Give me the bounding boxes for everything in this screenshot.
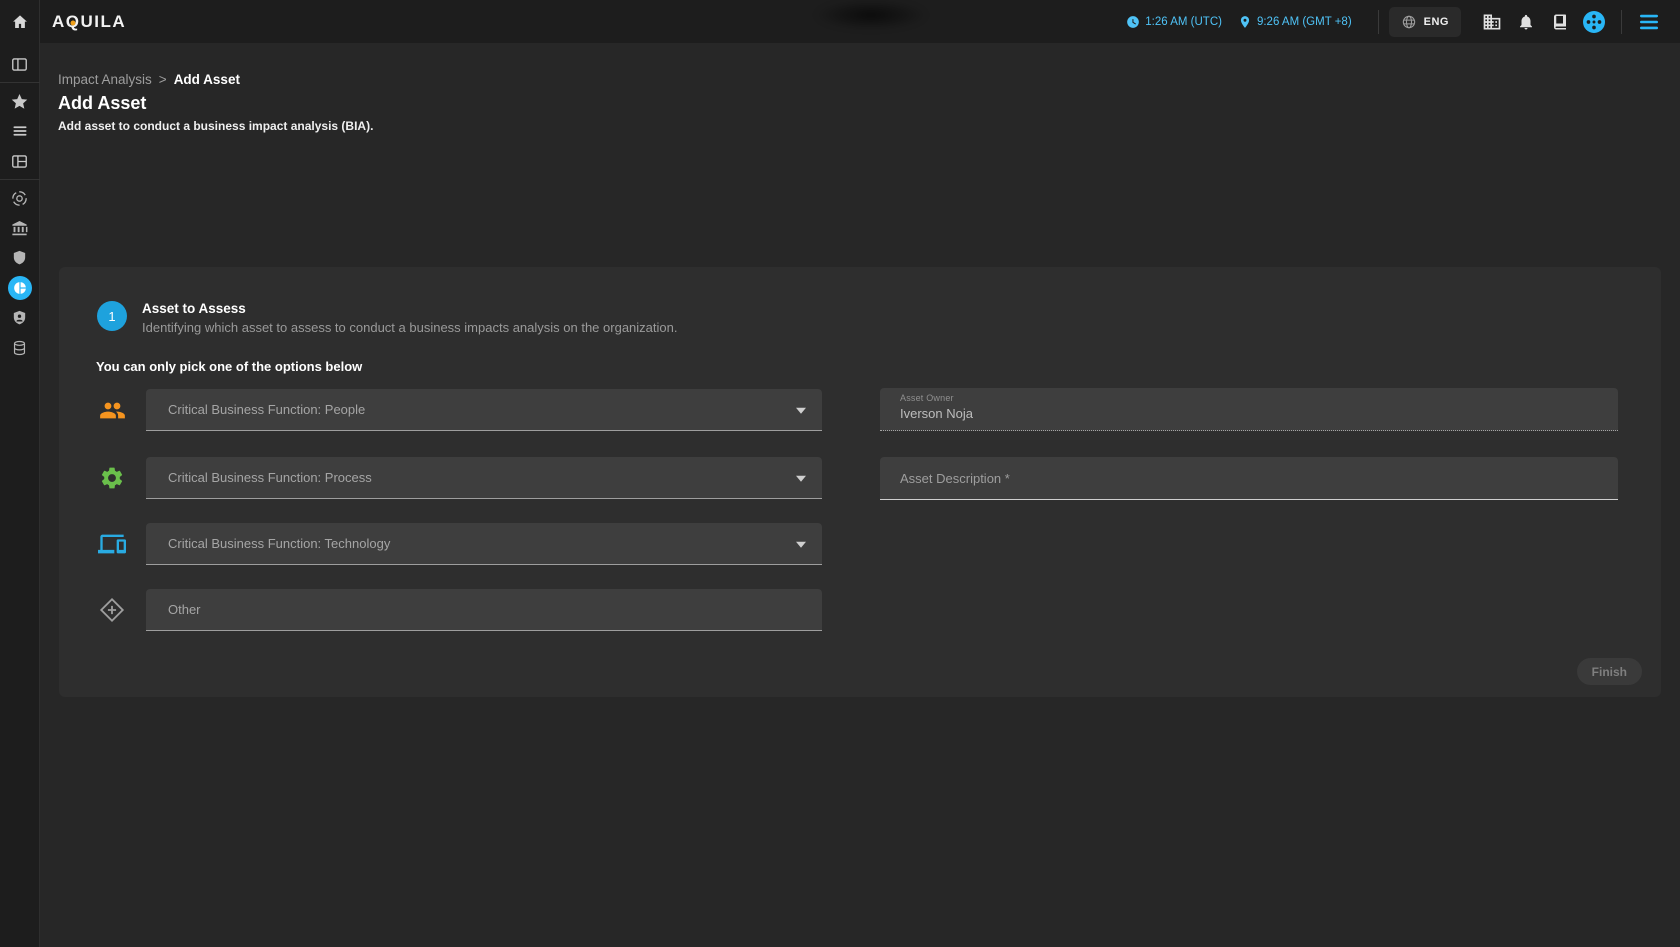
asset-description-field[interactable] bbox=[880, 457, 1618, 500]
cbf-process-select[interactable]: Critical Business Function: Process bbox=[146, 457, 822, 499]
local-time-label: 9:26 AM (GMT +8) bbox=[1257, 16, 1352, 28]
book-icon bbox=[1551, 13, 1569, 31]
shield-icon bbox=[11, 249, 28, 267]
option-row-people: Critical Business Function: People bbox=[96, 389, 822, 431]
chevron-down-icon bbox=[796, 407, 806, 413]
step-number-badge: 1 bbox=[97, 301, 127, 331]
menu-button[interactable] bbox=[1632, 5, 1666, 39]
organization-button[interactable] bbox=[1475, 5, 1509, 39]
logo-q: Q bbox=[66, 12, 81, 32]
utc-time: 1:26 AM (UTC) bbox=[1126, 15, 1222, 29]
layout-grid-icon bbox=[10, 152, 29, 171]
cbf-people-select[interactable]: Critical Business Function: People bbox=[146, 389, 822, 431]
sidebar-item-objectives[interactable] bbox=[0, 183, 40, 213]
cbf-process-label: Critical Business Function: Process bbox=[168, 470, 372, 485]
language-selector[interactable]: ENG bbox=[1389, 7, 1461, 37]
cbf-technology-select[interactable]: Critical Business Function: Technology bbox=[146, 523, 822, 565]
asset-owner-label: Asset Owner bbox=[900, 393, 1618, 403]
bell-icon bbox=[1517, 13, 1535, 31]
home-button[interactable] bbox=[0, 0, 40, 43]
app-logo[interactable]: AQUILA bbox=[52, 12, 126, 32]
list-icon bbox=[11, 122, 29, 140]
logo-text: A bbox=[52, 12, 66, 32]
support-button[interactable] bbox=[1577, 5, 1611, 39]
notifications-button[interactable] bbox=[1509, 5, 1543, 39]
language-label: ENG bbox=[1424, 16, 1449, 28]
other-input[interactable] bbox=[168, 602, 784, 617]
breadcrumb: Impact Analysis > Add Asset bbox=[58, 72, 240, 87]
sidebar-item-data[interactable] bbox=[0, 333, 40, 363]
cbf-people-label: Critical Business Function: People bbox=[168, 402, 365, 417]
add-asset-card: 1 Asset to Assess Identifying which asse… bbox=[59, 267, 1661, 697]
logo-text: UILA bbox=[81, 12, 127, 32]
star-icon bbox=[10, 92, 29, 111]
diamond-plus-icon bbox=[96, 596, 128, 624]
chevron-down-icon bbox=[796, 541, 806, 547]
divider bbox=[0, 82, 40, 83]
sidebar-item-impact-analysis[interactable] bbox=[0, 273, 40, 303]
split-panel-icon bbox=[10, 55, 29, 74]
topbar-actions: 1:26 AM (UTC) 9:26 AM (GMT +8) ENG bbox=[1126, 5, 1680, 39]
sidebar-item-admin[interactable] bbox=[0, 303, 40, 333]
breadcrumb-separator: > bbox=[159, 72, 167, 87]
impact-analysis-icon bbox=[8, 276, 32, 300]
redacted-blur bbox=[815, 0, 927, 30]
asset-description-input[interactable] bbox=[900, 471, 1598, 486]
sidebar-item-panel[interactable] bbox=[0, 49, 40, 79]
asset-owner-value: Iverson Noja bbox=[900, 406, 1618, 421]
step-description: Identifying which asset to assess to con… bbox=[142, 320, 677, 335]
main-content: Impact Analysis > Add Asset Add Asset Ad… bbox=[40, 43, 1680, 947]
page-title: Add Asset bbox=[58, 93, 146, 114]
people-icon bbox=[96, 397, 128, 424]
clock-icon bbox=[1126, 15, 1140, 29]
sidebar-item-lists[interactable] bbox=[0, 116, 40, 146]
local-time: 9:26 AM (GMT +8) bbox=[1238, 15, 1352, 29]
chevron-down-icon bbox=[796, 475, 806, 481]
home-icon bbox=[11, 13, 29, 31]
shield-user-icon bbox=[11, 309, 28, 327]
divider bbox=[0, 179, 40, 180]
gear-icon bbox=[96, 465, 128, 491]
top-bar: AQUILA 1:26 AM (UTC) 9:26 AM (GMT +8) EN… bbox=[0, 0, 1680, 43]
devices-icon bbox=[96, 530, 128, 558]
globe-icon bbox=[1401, 14, 1417, 30]
option-row-technology: Critical Business Function: Technology bbox=[96, 523, 822, 565]
documentation-button[interactable] bbox=[1543, 5, 1577, 39]
sidebar-item-favorites[interactable] bbox=[0, 86, 40, 116]
left-sidebar bbox=[0, 43, 40, 947]
location-pin-icon bbox=[1238, 15, 1252, 29]
finish-button[interactable]: Finish bbox=[1577, 658, 1642, 685]
target-disc-icon bbox=[10, 189, 29, 208]
page-subtitle: Add asset to conduct a business impact a… bbox=[58, 119, 373, 133]
bank-icon bbox=[10, 219, 29, 238]
other-option-field[interactable] bbox=[146, 589, 822, 631]
help-reel-icon bbox=[1583, 11, 1605, 33]
step-header: 1 Asset to Assess Identifying which asse… bbox=[97, 301, 677, 335]
utc-time-label: 1:26 AM (UTC) bbox=[1145, 16, 1222, 28]
sidebar-item-layout[interactable] bbox=[0, 146, 40, 176]
breadcrumb-current: Add Asset bbox=[174, 72, 240, 87]
divider bbox=[1621, 10, 1622, 34]
database-icon bbox=[11, 339, 28, 357]
hamburger-icon bbox=[1638, 13, 1660, 31]
pick-one-note: You can only pick one of the options bel… bbox=[96, 359, 362, 374]
divider bbox=[1378, 10, 1379, 34]
asset-owner-field: Asset Owner Iverson Noja bbox=[880, 388, 1618, 431]
building-icon bbox=[1482, 12, 1502, 32]
option-row-other bbox=[96, 589, 822, 631]
step-title: Asset to Assess bbox=[142, 301, 677, 316]
option-row-process: Critical Business Function: Process bbox=[96, 457, 822, 499]
cbf-technology-label: Critical Business Function: Technology bbox=[168, 536, 390, 551]
breadcrumb-parent[interactable]: Impact Analysis bbox=[58, 72, 152, 87]
sidebar-item-institution[interactable] bbox=[0, 213, 40, 243]
sidebar-item-security[interactable] bbox=[0, 243, 40, 273]
